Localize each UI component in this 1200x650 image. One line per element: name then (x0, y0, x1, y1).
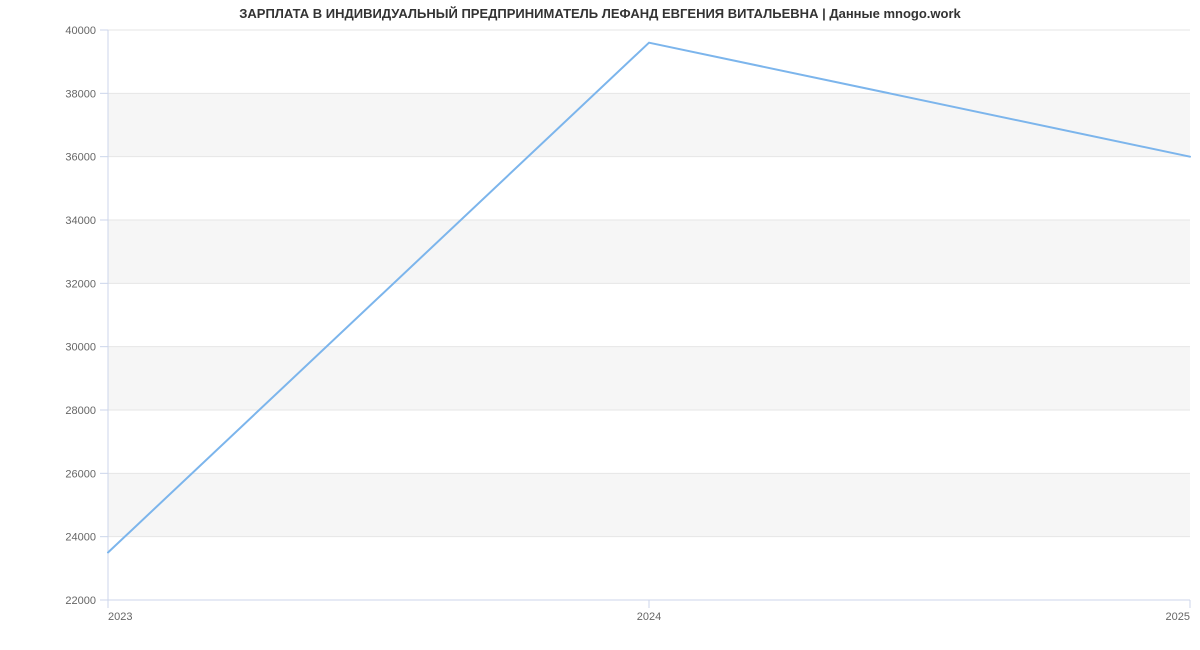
y-tick-label: 26000 (65, 468, 96, 480)
x-tick-label: 2025 (1166, 611, 1190, 623)
y-tick-label: 38000 (65, 88, 96, 100)
y-tick-label: 22000 (65, 595, 96, 607)
y-tick-label: 28000 (65, 405, 96, 417)
y-tick-label: 40000 (65, 25, 96, 37)
y-tick-label: 36000 (65, 152, 96, 164)
y-tick-label: 24000 (65, 532, 96, 544)
y-tick-label: 30000 (65, 342, 96, 354)
y-tick-label: 34000 (65, 215, 96, 227)
chart-title: ЗАРПЛАТА В ИНДИВИДУАЛЬНЫЙ ПРЕДПРИНИМАТЕЛ… (0, 6, 1200, 21)
x-tick-label: 2024 (637, 611, 661, 623)
chart-canvas: 22000 24000 26000 28000 30000 32000 34000 36000… (0, 0, 1200, 650)
y-tick-label: 32000 (65, 278, 96, 290)
line-chart: ЗАРПЛАТА В ИНДИВИДУАЛЬНЫЙ ПРЕДПРИНИМАТЕЛ… (0, 0, 1200, 650)
x-tick-label: 2023 (108, 611, 132, 623)
